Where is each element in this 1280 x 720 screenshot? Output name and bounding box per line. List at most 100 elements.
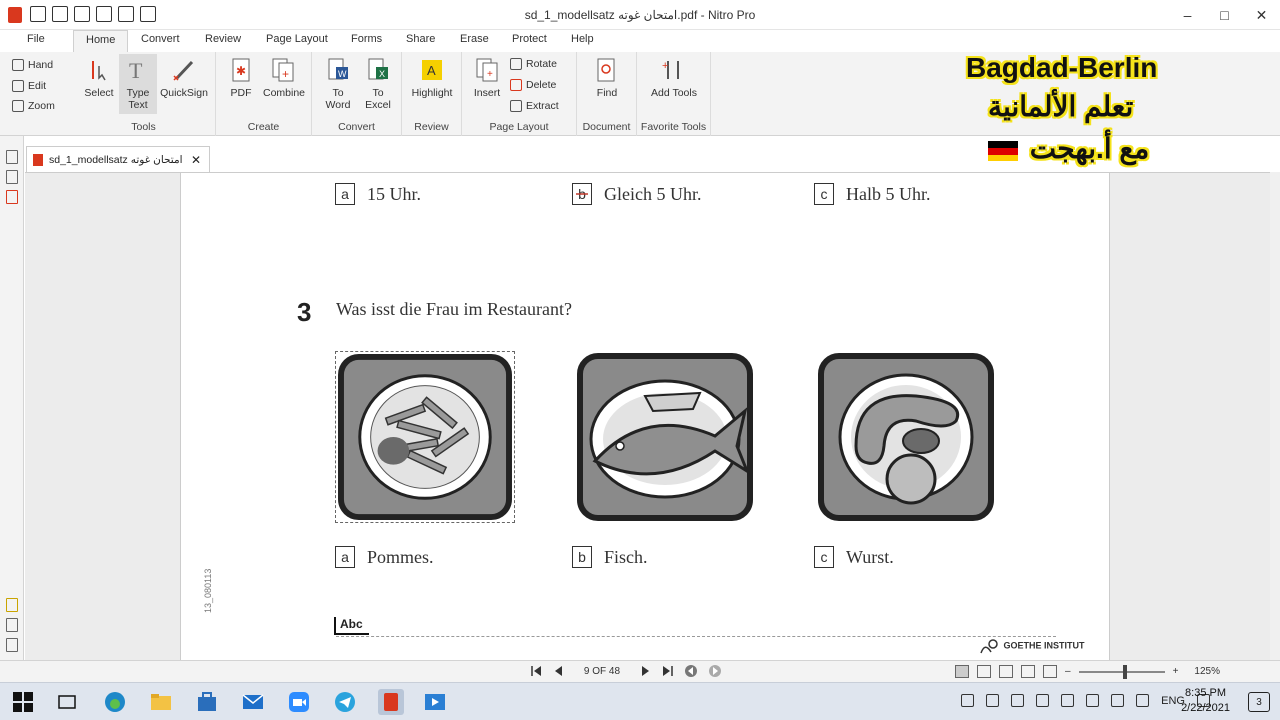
tab-share[interactable]: Share (406, 33, 435, 45)
video-player-icon[interactable] (424, 691, 446, 713)
document-tab[interactable]: sd_1_modellsatz امتحان غوته ✕ (26, 146, 210, 172)
first-page-icon[interactable] (530, 665, 542, 677)
facing-view-icon[interactable] (999, 665, 1013, 678)
zoom-out-button[interactable]: – (1065, 666, 1071, 677)
battery-icon[interactable] (1036, 694, 1050, 707)
zoom-app-icon[interactable] (288, 691, 310, 713)
option-text: Gleich 5 Uhr. (604, 183, 702, 204)
pages-panel-icon[interactable] (6, 150, 18, 164)
bookmarks-panel-icon[interactable] (6, 170, 18, 184)
pdf-button[interactable]: ✱ PDF (224, 56, 258, 99)
full-screen-icon[interactable] (1043, 665, 1057, 678)
option-b[interactable]: b Fisch. (572, 546, 648, 568)
edge-browser-icon[interactable] (104, 691, 126, 713)
ribbon-group-review: A Highlight Review (402, 52, 462, 136)
zoom-in-button[interactable]: + (1173, 666, 1179, 677)
highlight-button[interactable]: A Highlight (406, 56, 458, 99)
hand-tool-button[interactable]: Hand (12, 59, 53, 71)
facing-continuous-view-icon[interactable] (1021, 665, 1035, 678)
clock[interactable]: 8:35 PM 2/22/2021 (1181, 686, 1230, 716)
fries-plate-image[interactable] (335, 351, 515, 523)
microphone-icon[interactable] (1011, 694, 1025, 707)
last-page-icon[interactable] (662, 665, 674, 677)
tab-convert[interactable]: Convert (141, 33, 180, 45)
option-box[interactable]: c (814, 546, 834, 568)
task-view-icon[interactable] (56, 691, 78, 713)
next-page-icon[interactable] (640, 665, 652, 677)
tab-help[interactable]: Help (571, 33, 594, 45)
insert-button[interactable]: + Insert (468, 56, 506, 99)
close-button[interactable]: ✕ (1243, 0, 1280, 30)
next-view-icon[interactable] (708, 664, 722, 678)
goethe-logo: GOETHE INSTITUT (979, 638, 1085, 654)
minimize-button[interactable]: – (1169, 0, 1206, 30)
mail-icon[interactable] (242, 691, 264, 713)
previous-view-icon[interactable] (684, 664, 698, 678)
quicksign-button[interactable]: QuickSign (158, 56, 210, 99)
option-box[interactable]: b (572, 546, 592, 568)
output-panel-icon[interactable] (6, 638, 18, 652)
signatures-panel-icon[interactable] (6, 618, 18, 632)
notification-center-button[interactable]: 3 (1248, 692, 1270, 712)
tab-review[interactable]: Review (205, 33, 241, 45)
rotate-button[interactable]: Rotate (510, 58, 557, 70)
page-indicator[interactable]: 9 OF 48 (574, 666, 630, 677)
extract-icon (510, 100, 522, 112)
tab-erase[interactable]: Erase (460, 33, 489, 45)
windows-start-icon[interactable] (12, 691, 34, 713)
svg-text:+: + (662, 60, 668, 72)
tab-home[interactable]: Home (73, 30, 129, 52)
zoom-slider[interactable] (1078, 664, 1165, 679)
telegram-icon[interactable] (334, 691, 356, 713)
combine-button[interactable]: + Combine (260, 56, 308, 99)
prev-option-a: a 15 Uhr. (335, 183, 421, 205)
maximize-button[interactable]: □ (1206, 0, 1243, 30)
file-explorer-icon[interactable] (150, 691, 172, 713)
chevron-up-icon[interactable] (986, 694, 1000, 707)
pen-icon[interactable] (1111, 694, 1125, 707)
tab-page-layout[interactable]: Page Layout (266, 33, 328, 45)
delete-page-button[interactable]: Delete (510, 79, 556, 91)
create-group-label: Create (247, 121, 280, 133)
fish-plate-image[interactable] (575, 351, 755, 523)
keyboard-icon[interactable] (1136, 694, 1150, 707)
add-tools-button[interactable]: + Add Tools (651, 56, 697, 99)
continuous-view-icon[interactable] (977, 665, 991, 678)
attachments-panel-icon[interactable] (6, 190, 18, 204)
to-word-label: To Word (325, 87, 351, 111)
single-page-view-icon[interactable] (955, 665, 969, 678)
tools-wrench-icon: + (661, 56, 687, 84)
svg-text:✱: ✱ (236, 64, 246, 78)
tab-forms[interactable]: Forms (351, 33, 382, 45)
tab-file[interactable]: File (27, 33, 45, 45)
to-word-button[interactable]: W To Word (320, 56, 356, 111)
favorite-tools-group-label: Favorite Tools (640, 121, 707, 133)
to-excel-button[interactable]: X To Excel (360, 56, 396, 111)
option-c[interactable]: c Wurst. (814, 546, 894, 568)
previous-page-icon[interactable] (552, 665, 564, 677)
zoom-level[interactable]: 125% (1194, 666, 1220, 677)
tab-protect[interactable]: Protect (512, 33, 547, 45)
option-a[interactable]: a Pommes. (335, 546, 434, 568)
text-annotation[interactable]: Abc (334, 617, 369, 635)
option-text: 15 Uhr. (367, 183, 421, 204)
people-icon[interactable] (961, 694, 975, 707)
find-button[interactable]: Find (589, 56, 625, 99)
zoom-slider-knob[interactable] (1122, 664, 1127, 679)
type-text-button[interactable]: T Type Text (119, 54, 157, 114)
quicksign-label: QuickSign (160, 87, 208, 99)
sausage-plate-image[interactable] (816, 351, 996, 523)
extract-button[interactable]: Extract (510, 100, 559, 112)
nitro-taskbar-icon[interactable] (378, 689, 404, 715)
edit-tool-button[interactable]: Edit (12, 80, 46, 92)
option-box[interactable]: a (335, 546, 355, 568)
store-icon[interactable] (196, 691, 218, 713)
network-icon[interactable] (1061, 694, 1075, 707)
document-viewer[interactable]: a 15 Uhr. b Gleich 5 Uhr. c Halb 5 Uhr. … (25, 172, 1270, 660)
wifi-icon[interactable] (1086, 694, 1100, 707)
comments-panel-icon[interactable] (6, 598, 18, 612)
select-button[interactable]: Select (82, 56, 116, 99)
vertical-scrollbar[interactable] (1270, 172, 1280, 660)
close-tab-icon[interactable]: ✕ (191, 153, 201, 167)
zoom-tool-button[interactable]: Zoom (12, 100, 55, 112)
